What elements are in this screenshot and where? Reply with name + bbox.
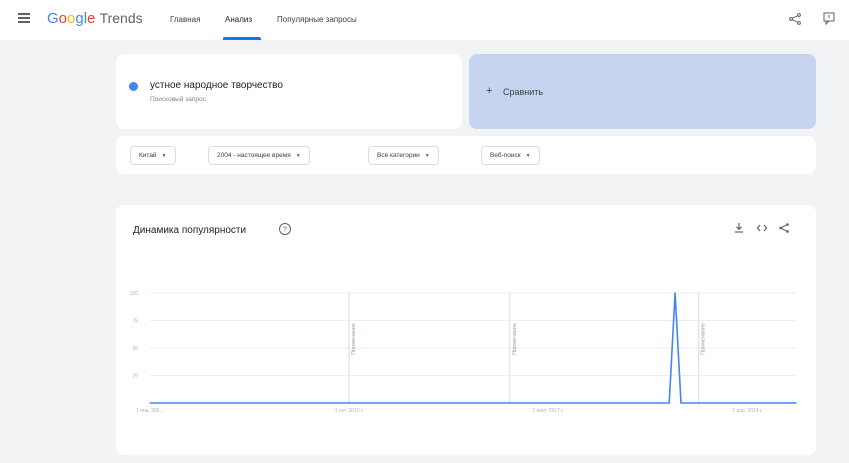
chart-title: Динамика популярности — [133, 225, 247, 236]
search-term-type: Поисковый запрос — [150, 96, 206, 103]
y-tick-label: 25 — [132, 374, 138, 380]
caret-down-icon: ▼ — [525, 153, 531, 159]
google-trends-logo[interactable]: Google Trends — [47, 10, 143, 27]
top-app-bar: Google Trends Главная Анализ Популярные … — [0, 0, 849, 40]
interest-chart: Примечание Примечание Примечание 100 75 50 25… — [130, 291, 797, 414]
note-marker-label[interactable]: Примечание — [351, 323, 357, 355]
x-tick-label: 1 окт. 2010 г. — [335, 408, 364, 414]
embed-icon[interactable] — [756, 222, 768, 234]
note-marker-label[interactable]: Примечание — [512, 323, 518, 355]
y-tick-label: 100 — [130, 291, 139, 297]
help-icon[interactable]: ? — [278, 222, 292, 236]
data-point[interactable] — [795, 402, 797, 404]
compare-label: Сравнить — [503, 87, 544, 97]
filters-bar: Китай ▼ 2004 - настоящее время ▼ Все катег… — [116, 136, 816, 174]
x-tick-label: 1 июл. 2017 г. — [533, 408, 564, 414]
download-icon[interactable] — [733, 222, 745, 234]
caret-down-icon: ▼ — [295, 153, 301, 159]
term-color-dot — [129, 82, 138, 91]
filter-category[interactable]: Все категории ▼ — [368, 146, 439, 165]
share-icon[interactable] — [788, 12, 802, 26]
caret-down-icon: ▼ — [161, 153, 167, 159]
menu-icon[interactable] — [18, 13, 30, 23]
logo-trends-text: Trends — [99, 10, 143, 26]
data-point[interactable] — [680, 402, 682, 404]
data-point[interactable] — [149, 402, 151, 404]
tab-explore[interactable]: Анализ — [225, 15, 252, 24]
svg-text:?: ? — [283, 227, 287, 234]
search-term-card[interactable]: устное народное творчество Поисковый зап… — [116, 54, 462, 129]
plus-icon: + — [486, 85, 493, 97]
filter-region[interactable]: Китай ▼ — [130, 146, 176, 165]
interest-over-time-card: Динамика популярности ? Примечание Примеч… — [116, 205, 816, 455]
tab-trending[interactable]: Популярные запросы — [277, 15, 357, 24]
search-term-text: устное народное творчество — [150, 80, 283, 91]
y-tick-label: 50 — [132, 346, 138, 352]
data-point[interactable] — [674, 292, 676, 294]
filter-search-type[interactable]: Веб-поиск ▼ — [481, 146, 540, 165]
caret-down-icon: ▼ — [424, 153, 430, 159]
x-tick-label: 1 апр. 2024 г. — [732, 408, 762, 414]
x-axis-ticks: 1 янв. 200... 1 окт. 2010 г. 1 июл. 2017 г… — [136, 408, 763, 414]
compare-button[interactable]: + Сравнить — [469, 54, 816, 129]
filter-time-range[interactable]: 2004 - настоящее время ▼ — [208, 146, 310, 165]
active-tab-indicator — [223, 37, 261, 40]
tab-home[interactable]: Главная — [170, 15, 200, 24]
y-axis-ticks: 100 75 50 25 — [130, 291, 139, 380]
x-tick-label: 1 янв. 200... — [136, 408, 164, 414]
feedback-icon[interactable] — [822, 11, 836, 25]
y-tick-label: 75 — [132, 319, 138, 325]
share-icon[interactable] — [778, 222, 790, 234]
data-point[interactable] — [668, 402, 670, 404]
note-marker-label[interactable]: Примечание — [701, 323, 707, 355]
